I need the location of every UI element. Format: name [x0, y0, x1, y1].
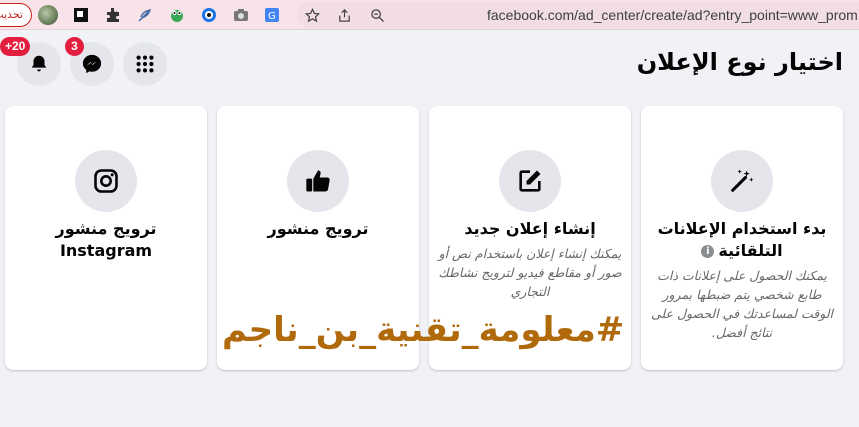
svg-text:G: G: [268, 11, 276, 22]
update-button[interactable]: تحديث: [0, 3, 32, 27]
share-icon[interactable]: [335, 6, 353, 24]
puzzle-icon[interactable]: [104, 6, 122, 24]
messenger-icon: [82, 54, 102, 74]
feather-icon[interactable]: [136, 6, 154, 24]
edit-icon: [499, 150, 561, 212]
browser-toolbar: تحديث G facebook.com/ad_center/create/ad…: [0, 0, 859, 30]
card-title: بدء استخدام الإعلانات التلقائيةi: [657, 219, 827, 260]
card-automated-ads[interactable]: بدء استخدام الإعلانات التلقائيةi يمكنك ا…: [641, 106, 843, 370]
star-icon[interactable]: [303, 6, 321, 24]
zoom-icon[interactable]: [368, 6, 386, 24]
menu-button[interactable]: [123, 42, 167, 86]
camera-icon[interactable]: [232, 6, 250, 24]
eye-icon[interactable]: [200, 6, 218, 24]
magic-wand-icon: [711, 150, 773, 212]
frog-icon[interactable]: [168, 6, 186, 24]
card-description: يمكنك الحصول على إعلانات ذات طابع شخصي ي…: [650, 268, 834, 340]
url-text: facebook.com/ad_center/create/ad?entry_p…: [487, 7, 858, 23]
messenger-badge: 3: [65, 37, 84, 56]
square-logo-icon[interactable]: [72, 6, 90, 24]
instagram-icon: [75, 150, 137, 212]
page-title: اختيار نوع الإعلان: [636, 48, 843, 76]
watermark-text: #معلومة_تقنية_بن_ناجم: [222, 310, 625, 350]
card-title: إنشاء إعلان جديد: [464, 219, 596, 238]
translate-icon[interactable]: G: [263, 6, 281, 24]
bell-icon: [31, 55, 47, 72]
address-bar[interactable]: facebook.com/ad_center/create/ad?entry_p…: [297, 2, 859, 28]
card-title: ترويج منشور: [267, 219, 369, 238]
card-boost-instagram-post[interactable]: ترويج منشور Instagram: [5, 106, 207, 370]
card-title: ترويج منشور Instagram: [55, 219, 157, 260]
grid-menu-icon: [136, 55, 154, 73]
card-description: يمكنك إنشاء إعلان باستخدام نص أو صور أو …: [438, 246, 622, 299]
profile-avatar[interactable]: [38, 5, 58, 25]
info-icon[interactable]: i: [701, 245, 715, 258]
notifications-badge: +20: [0, 37, 31, 56]
thumbs-up-icon: [287, 150, 349, 212]
